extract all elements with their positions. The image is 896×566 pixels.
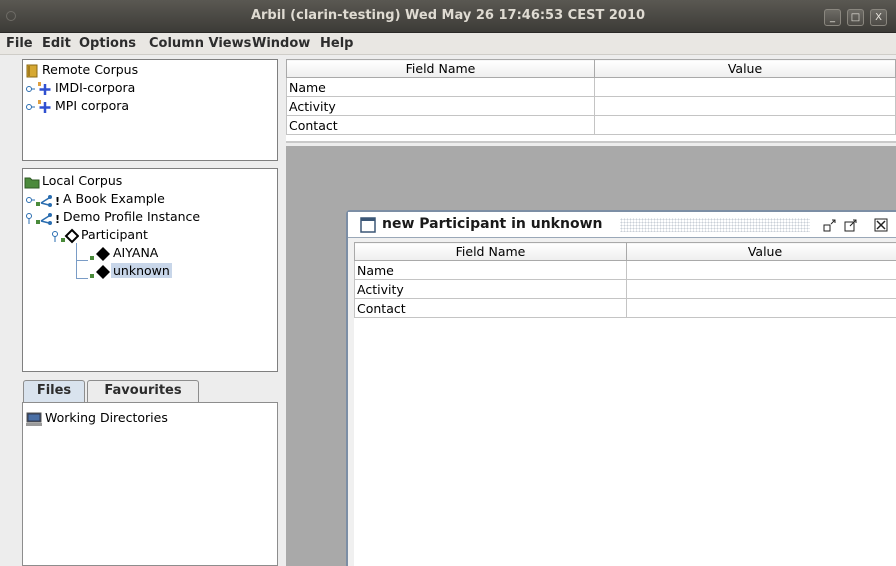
menubar: File Edit Options Column Views Window He… xyxy=(0,33,896,55)
field-name-cell[interactable]: Name xyxy=(286,77,595,97)
internal-frame-title: new Participant in unknown xyxy=(382,216,603,232)
tree-node-book-example[interactable]: ! A Book Example xyxy=(25,191,167,208)
tree-label: AIYANA xyxy=(113,245,159,260)
field-name-cell[interactable]: Contact xyxy=(286,115,595,135)
minimize-button[interactable]: _ xyxy=(824,9,841,26)
tree-node-local-corpus[interactable]: Local Corpus xyxy=(24,173,124,190)
menu-file[interactable]: File xyxy=(6,36,33,51)
tab-favourites[interactable]: Favourites xyxy=(87,380,199,402)
tree-label: Local Corpus xyxy=(42,173,123,188)
tree-label: IMDI-corpora xyxy=(55,80,136,95)
close-button[interactable]: X xyxy=(870,9,887,26)
column-header-field-name[interactable]: Field Name xyxy=(354,242,627,261)
internal-frame[interactable]: new Participant in unknown Field Name Va… xyxy=(346,210,896,566)
tab-files[interactable]: Files xyxy=(23,380,85,402)
computer-icon xyxy=(26,412,42,426)
tree-label: Demo Profile Instance xyxy=(63,209,201,224)
internal-frame-content: Field Name Value Name Activity Contact xyxy=(354,242,896,566)
value-cell[interactable] xyxy=(594,115,896,135)
participant-diamond-icon xyxy=(90,246,110,261)
svg-text:!: ! xyxy=(55,213,60,226)
maximize-button[interactable]: □ xyxy=(847,9,864,26)
window-title: Arbil (clarin-testing) Wed May 26 17:46:… xyxy=(250,8,646,23)
close-frame-icon[interactable] xyxy=(874,218,888,232)
tree-label: Working Directories xyxy=(45,410,168,425)
tree-node-participant[interactable]: Participant xyxy=(51,227,150,244)
tree-node-working-directories[interactable]: Working Directories xyxy=(25,410,170,427)
menu-edit[interactable]: Edit xyxy=(42,36,71,51)
tree-node-demo-profile[interactable]: ! Demo Profile Instance xyxy=(25,209,202,226)
session-node-icon: ! xyxy=(26,212,60,226)
tree-node-remote-corpus[interactable]: Remote Corpus xyxy=(24,62,140,79)
value-cell[interactable] xyxy=(594,77,896,97)
table-row[interactable]: Name xyxy=(286,77,896,97)
tree-label: A Book Example xyxy=(63,191,165,206)
frame-icon xyxy=(360,217,376,233)
table-row[interactable]: Activity xyxy=(354,279,896,299)
tree-label: MPI corpora xyxy=(55,98,130,113)
tree-node-imdi-corpora[interactable]: IMDI-corpora xyxy=(25,80,137,97)
field-name-cell[interactable]: Name xyxy=(354,260,627,280)
main-fields-table: Field Name Value Name Activity Contact xyxy=(286,59,896,143)
iconify-icon[interactable] xyxy=(823,219,837,232)
expand-handle-icon xyxy=(26,81,51,95)
tree-label: Participant xyxy=(81,227,148,242)
menu-help[interactable]: Help xyxy=(320,36,353,51)
tree-label-selected: unknown xyxy=(111,263,172,278)
value-cell[interactable] xyxy=(626,260,896,280)
tree-node-aiyana[interactable]: AIYANA xyxy=(89,245,160,262)
table-row[interactable]: Contact xyxy=(354,298,896,318)
files-tree[interactable]: Working Directories xyxy=(22,402,278,566)
folder-icon xyxy=(24,177,40,188)
column-header-field-name[interactable]: Field Name xyxy=(286,59,595,78)
local-corpus-tree[interactable]: Local Corpus ! A Book Example ! Demo Profi… xyxy=(22,168,278,372)
participant-node-icon xyxy=(52,228,79,243)
remote-corpus-tree[interactable]: Remote Corpus IMDI-corpora MPI corpora xyxy=(22,59,278,161)
svg-text:!: ! xyxy=(55,195,60,208)
menu-options[interactable]: Options xyxy=(79,36,136,51)
field-name-cell[interactable]: Activity xyxy=(354,279,627,299)
table-row[interactable]: Contact xyxy=(286,115,896,135)
window-titlebar: Arbil (clarin-testing) Wed May 26 17:46:… xyxy=(0,0,896,33)
menu-column-views[interactable]: Column Views xyxy=(149,36,251,51)
menu-window[interactable]: Window xyxy=(252,36,310,51)
table-row[interactable]: Name xyxy=(354,260,896,280)
participant-diamond-icon xyxy=(90,264,110,279)
titlebar-pattern xyxy=(620,218,810,232)
field-name-cell[interactable]: Activity xyxy=(286,96,595,116)
tree-node-unknown[interactable]: unknown xyxy=(89,263,172,280)
maximize-frame-icon[interactable] xyxy=(844,219,858,232)
value-cell[interactable] xyxy=(626,298,896,318)
value-cell[interactable] xyxy=(626,279,896,299)
tree-label: Remote Corpus xyxy=(42,62,139,77)
internal-frame-titlebar[interactable]: new Participant in unknown xyxy=(348,212,896,238)
column-header-value[interactable]: Value xyxy=(626,242,896,261)
field-name-cell[interactable]: Contact xyxy=(354,298,627,318)
book-icon xyxy=(26,64,38,77)
column-header-value[interactable]: Value xyxy=(594,59,896,78)
tree-node-mpi-corpora[interactable]: MPI corpora xyxy=(25,98,131,115)
session-node-icon: ! xyxy=(26,194,60,208)
value-cell[interactable] xyxy=(594,96,896,116)
expand-handle-icon xyxy=(26,99,51,113)
table-row[interactable]: Activity xyxy=(286,96,896,116)
